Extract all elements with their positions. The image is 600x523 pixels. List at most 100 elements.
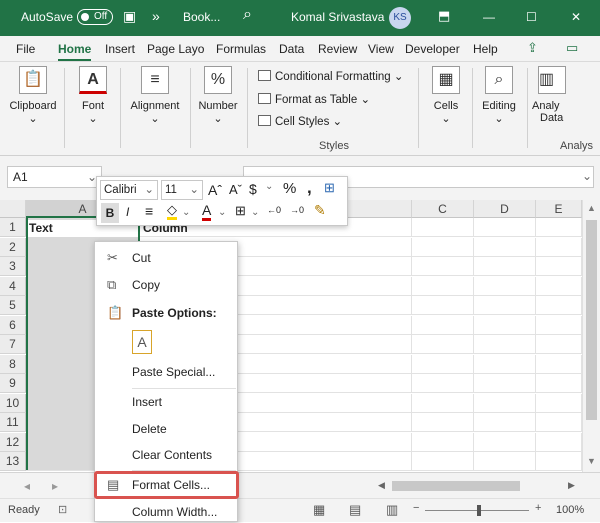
grid-cell[interactable] xyxy=(412,237,474,257)
number-group[interactable]: % Number ⌄ xyxy=(194,66,242,125)
comma-style-icon[interactable]: , xyxy=(307,178,312,198)
page-layout-icon[interactable]: ▤ xyxy=(349,502,361,518)
menu-item-copy[interactable]: ⧉ Copy xyxy=(95,274,237,296)
conditional-formatting-button[interactable]: Conditional Formatting ⌄ xyxy=(258,69,404,83)
column-header-d[interactable]: D xyxy=(474,200,536,218)
column-header-c[interactable]: C xyxy=(412,200,474,218)
select-all-corner[interactable] xyxy=(0,200,26,218)
normal-view-icon[interactable]: ▦ xyxy=(313,502,325,518)
page-break-icon[interactable]: ▥ xyxy=(386,502,398,518)
name-box[interactable]: A1 ⌄ xyxy=(7,166,102,188)
font-group[interactable]: A Font ⌄ xyxy=(70,66,116,125)
more-commands[interactable]: » xyxy=(152,8,160,24)
grid-cell[interactable] xyxy=(474,315,536,335)
user-name[interactable]: Komal Srivastava xyxy=(291,10,384,24)
grid-cell[interactable] xyxy=(536,315,582,335)
zoom-out-icon[interactable]: − xyxy=(413,502,419,514)
grid-cell[interactable] xyxy=(536,393,582,413)
grid-cell[interactable] xyxy=(474,218,536,237)
minimize-button[interactable]: — xyxy=(483,10,495,24)
grid-cell[interactable] xyxy=(412,257,474,276)
zoom-in-icon[interactable]: + xyxy=(535,502,541,514)
horizontal-scrollbar[interactable] xyxy=(392,481,520,491)
increase-font-icon[interactable]: Aˆ xyxy=(208,182,222,198)
tab-view[interactable]: View xyxy=(368,42,394,56)
menu-item-paste-special[interactable]: Paste Special... xyxy=(95,361,237,383)
grid-cell[interactable] xyxy=(474,413,536,432)
scroll-down-icon[interactable]: ▼ xyxy=(587,456,596,466)
decrease-decimal-icon[interactable]: →0 xyxy=(290,205,304,215)
grid-cell[interactable] xyxy=(536,413,582,432)
tab-developer[interactable]: Developer xyxy=(405,42,460,56)
cell-styles-button[interactable]: Cell Styles ⌄ xyxy=(258,114,342,128)
tab-insert[interactable]: Insert xyxy=(105,42,135,56)
column-header-e[interactable]: E xyxy=(536,200,582,218)
grid-cell[interactable] xyxy=(474,452,536,471)
worksheet-grid[interactable]: A C D E 1 2 3 4 5 6 7 8 9 10 11 12 13 Text Column xyxy=(0,200,582,471)
italic-button[interactable]: I xyxy=(126,205,129,219)
row-header[interactable]: 12 xyxy=(0,432,26,452)
row-header[interactable]: 8 xyxy=(0,354,26,374)
editing-group[interactable]: ⌕ Editing ⌄ xyxy=(476,66,522,125)
save-icon[interactable]: ▣ xyxy=(123,8,136,25)
tab-home[interactable]: Home xyxy=(58,42,92,61)
row-header[interactable]: 2 xyxy=(0,237,26,257)
align-center-icon[interactable]: ≡ xyxy=(145,203,153,219)
row-header[interactable]: 7 xyxy=(0,335,26,354)
format-painter-icon[interactable]: ✎ xyxy=(314,202,326,219)
maximize-button[interactable]: ☐ xyxy=(526,10,537,24)
decrease-font-icon[interactable]: Aˇ xyxy=(229,182,242,197)
grid-cell[interactable] xyxy=(536,257,582,276)
tab-file[interactable]: File xyxy=(16,42,35,56)
percent-style-icon[interactable]: % xyxy=(283,180,296,197)
row-header[interactable]: 5 xyxy=(0,296,26,315)
grid-cell[interactable] xyxy=(536,374,582,393)
accounting-format-icon[interactable]: $ xyxy=(249,181,257,197)
borders-icon[interactable]: ⊞ xyxy=(235,203,246,219)
next-sheet-icon[interactable]: ▸ xyxy=(52,479,58,493)
row-header[interactable]: 9 xyxy=(0,374,26,393)
row-header[interactable]: 10 xyxy=(0,393,26,413)
grid-cell[interactable] xyxy=(536,432,582,452)
macro-icon[interactable]: ⊡ xyxy=(58,503,67,516)
close-button[interactable]: ✕ xyxy=(571,10,581,24)
tab-formulas[interactable]: Formulas xyxy=(216,42,266,56)
grid-cell[interactable] xyxy=(412,315,474,335)
alignment-group[interactable]: ≡ Alignment ⌄ xyxy=(124,66,186,125)
menu-item-cut[interactable]: ✂ Cut xyxy=(95,247,237,269)
grid-cell[interactable] xyxy=(536,335,582,354)
grid-cell[interactable] xyxy=(474,354,536,374)
prev-sheet-icon[interactable]: ◂ xyxy=(24,479,30,493)
avatar[interactable]: KS xyxy=(389,7,411,29)
zoom-level[interactable]: 100% xyxy=(556,504,584,516)
tab-help[interactable]: Help xyxy=(473,42,498,56)
grid-cell[interactable] xyxy=(474,257,536,276)
row-header[interactable]: 4 xyxy=(0,276,26,296)
search-icon[interactable]: ⌕ xyxy=(243,6,252,24)
cell-a1[interactable]: Text xyxy=(29,221,53,235)
grid-cell[interactable] xyxy=(536,452,582,471)
merge-center-icon[interactable]: ⊞ xyxy=(324,180,335,196)
grid-cell[interactable] xyxy=(412,393,474,413)
comments-icon[interactable]: ▭ xyxy=(566,40,578,56)
autosave-toggle[interactable]: Off xyxy=(77,9,113,25)
grid-cell[interactable] xyxy=(474,432,536,452)
grid-cell[interactable] xyxy=(536,237,582,257)
fill-color-icon[interactable]: ◇ xyxy=(167,203,177,220)
font-color-icon[interactable]: A xyxy=(202,203,212,221)
row-header[interactable]: 1 xyxy=(0,218,26,237)
format-as-table-button[interactable]: Format as Table ⌄ xyxy=(258,92,370,106)
grid-cell[interactable] xyxy=(474,296,536,315)
ribbon-display-icon[interactable]: ⬒ xyxy=(438,8,450,24)
increase-decimal-icon[interactable]: ←0 xyxy=(267,205,281,215)
grid-cell[interactable] xyxy=(474,374,536,393)
grid-cell[interactable] xyxy=(536,218,582,237)
vertical-scrollbar[interactable]: ▲ ▼ xyxy=(582,200,600,472)
tab-page-layout[interactable]: Page Layo xyxy=(147,42,204,56)
grid-cell[interactable] xyxy=(412,354,474,374)
grid-cell[interactable] xyxy=(474,237,536,257)
menu-item-delete[interactable]: Delete xyxy=(95,418,237,440)
expand-formula-icon[interactable]: ⌄ xyxy=(582,169,592,183)
grid-cell[interactable] xyxy=(412,432,474,452)
row-header[interactable]: 11 xyxy=(0,413,26,432)
